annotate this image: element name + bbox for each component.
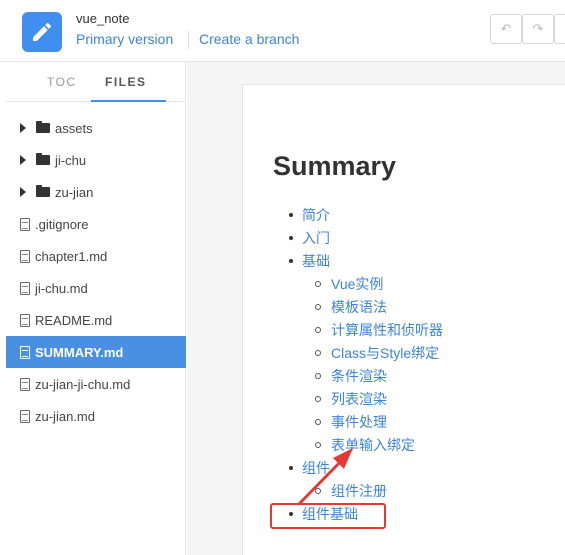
sidebar-tabs: TOC FILES xyxy=(6,62,186,102)
tree-file-chapter1[interactable]: chapter1.md xyxy=(6,240,186,272)
tab-toc[interactable]: TOC xyxy=(47,75,77,89)
tree-item-label: ji-chu xyxy=(55,152,87,168)
toc-sublink[interactable]: 组件注册 xyxy=(331,481,387,501)
toc-sublink[interactable]: 模板语法 xyxy=(331,297,387,317)
toc-sublink[interactable]: Vue实例 xyxy=(331,274,383,294)
sublist-bullet xyxy=(315,419,321,425)
sublist-bullet xyxy=(315,281,321,287)
header-divider xyxy=(188,31,189,49)
sublist-bullet xyxy=(315,350,321,356)
more-button[interactable] xyxy=(554,14,565,44)
toc-link[interactable]: 组件 xyxy=(302,458,330,478)
page-title: Summary xyxy=(273,151,397,181)
toc-sublink[interactable]: 表单输入绑定 xyxy=(331,435,415,455)
app-header: vue_note Primary version Create a branch… xyxy=(0,0,565,62)
caret-right-icon[interactable] xyxy=(20,187,26,197)
tree-file-summary[interactable]: SUMMARY.md xyxy=(6,336,186,368)
tree-folder-ji-chu[interactable]: ji-chu xyxy=(6,144,186,176)
file-icon xyxy=(20,377,30,391)
file-icon xyxy=(20,249,30,263)
toc-link[interactable]: 简介 xyxy=(302,205,330,225)
tree-file-zu-jian-ji-chu[interactable]: zu-jian-ji-chu.md xyxy=(6,368,186,400)
folder-icon xyxy=(36,185,50,197)
toc-sublink[interactable]: 事件处理 xyxy=(331,412,387,432)
file-icon xyxy=(20,281,30,295)
tree-item-label: .gitignore xyxy=(35,216,89,232)
tree-file-zu-jian-md[interactable]: zu-jian.md xyxy=(6,400,186,432)
toc-sublink[interactable]: 计算属性和侦听器 xyxy=(331,320,443,340)
book-title: vue_note xyxy=(76,11,130,26)
file-icon xyxy=(20,217,30,231)
tab-files[interactable]: FILES xyxy=(105,75,147,89)
list-bullet xyxy=(289,213,293,217)
sublist-bullet xyxy=(315,304,321,310)
tree-file-ji-chu-md[interactable]: ji-chu.md xyxy=(6,272,186,304)
list-bullet xyxy=(289,236,293,240)
tree-item-label: README.md xyxy=(35,312,113,328)
sublist-bullet xyxy=(315,396,321,402)
book-logo[interactable] xyxy=(22,12,62,52)
primary-version-link[interactable]: Primary version xyxy=(76,31,173,47)
tree-item-label: assets xyxy=(55,120,93,136)
toc-link[interactable]: 入门 xyxy=(302,228,330,248)
tree-item-label: zu-jian.md xyxy=(35,408,95,424)
toc-sublink[interactable]: 列表渲染 xyxy=(331,389,387,409)
list-bullet xyxy=(289,466,293,470)
tree-file-readme[interactable]: README.md xyxy=(6,304,186,336)
sublist-bullet xyxy=(315,373,321,379)
sublist-bullet xyxy=(315,442,321,448)
caret-right-icon[interactable] xyxy=(20,123,26,133)
folder-icon xyxy=(36,121,50,133)
tree-folder-assets[interactable]: assets xyxy=(6,112,186,144)
file-icon xyxy=(20,313,30,327)
tree-item-label: chapter1.md xyxy=(35,248,108,264)
list-bullet xyxy=(289,259,293,263)
tree-folder-zu-jian[interactable]: zu-jian xyxy=(6,176,186,208)
file-icon xyxy=(20,345,30,359)
active-tab-indicator xyxy=(91,100,166,102)
toc-sublink[interactable]: 条件渲染 xyxy=(331,366,387,386)
undo-icon: ↶ xyxy=(500,21,512,36)
pencil-icon xyxy=(33,22,52,41)
redo-icon: ↷ xyxy=(532,21,544,36)
file-icon xyxy=(20,409,30,423)
toc-link[interactable]: 基础 xyxy=(302,251,330,271)
highlight-box xyxy=(270,503,386,529)
toc-sublink[interactable]: Class与Style绑定 xyxy=(331,343,439,363)
undo-button[interactable]: ↶ xyxy=(490,14,522,44)
sidebar: TOC FILES assets ji-chu zu-jian .gitigno… xyxy=(0,62,186,555)
redo-button[interactable]: ↷ xyxy=(522,14,554,44)
tree-file-gitignore[interactable]: .gitignore xyxy=(6,208,186,240)
caret-right-icon[interactable] xyxy=(20,155,26,165)
sublist-bullet xyxy=(315,488,321,494)
tree-item-label: zu-jian-ji-chu.md xyxy=(35,376,131,392)
folder-icon xyxy=(36,153,50,165)
create-branch-link[interactable]: Create a branch xyxy=(199,31,299,47)
tree-item-label: zu-jian xyxy=(55,184,94,200)
sublist-bullet xyxy=(315,327,321,333)
tree-item-label: ji-chu.md xyxy=(35,280,88,296)
tree-item-label: SUMMARY.md xyxy=(35,344,124,360)
